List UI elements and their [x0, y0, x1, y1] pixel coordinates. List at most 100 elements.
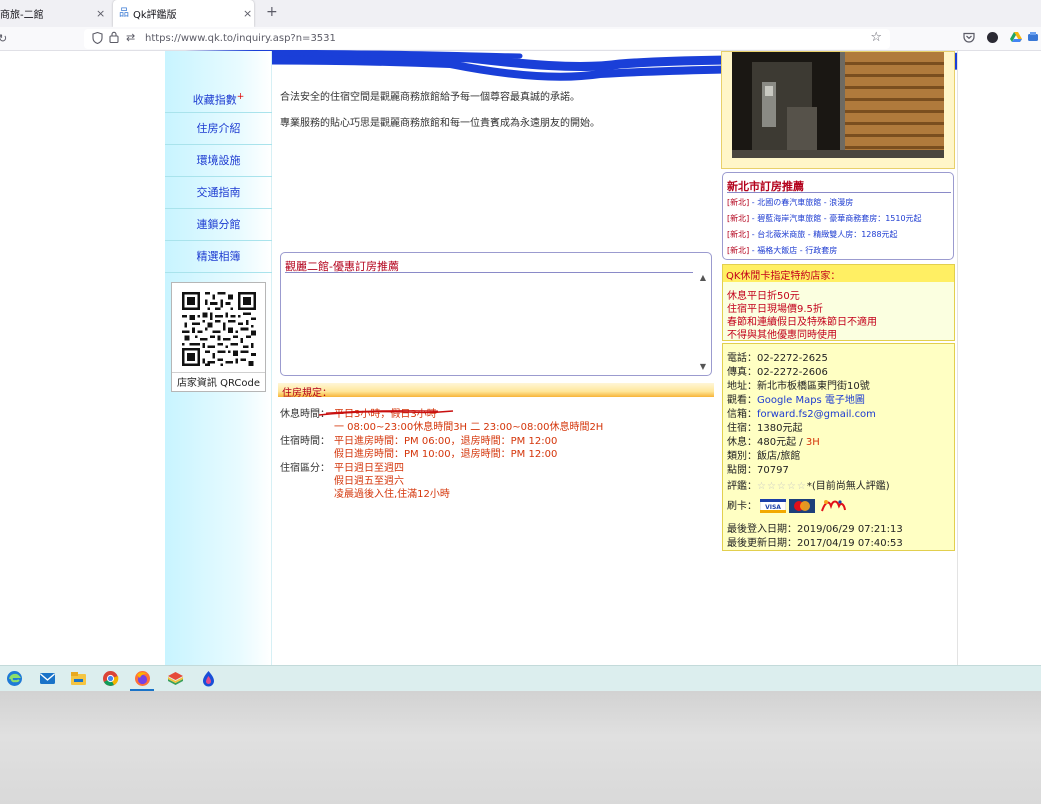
tab-title: Qk評鑑版 [133, 10, 177, 21]
tab-hotel[interactable]: 商旅-二館 × [0, 0, 114, 27]
rest-hours-value: 3H [805, 437, 820, 448]
region-tag: [新北] [727, 246, 750, 255]
info-label: 點閱： [727, 465, 757, 476]
card-offer: 不得與其他優惠同時使用 [727, 330, 837, 341]
extension-icon[interactable] [987, 32, 998, 43]
url-text[interactable]: https://www.qk.to/inquiry.asp?n=3531 [145, 33, 336, 44]
region-tag: [新北] [727, 230, 750, 239]
url-bar[interactable]: ⇄ https://www.qk.to/inquiry.asp?n=3531 ☆ [84, 29, 890, 49]
visa-card-text: VISA [765, 504, 781, 511]
region-hotel-link[interactable]: [新北] - 福格大飯店 - 行政套房 [727, 245, 837, 256]
shield-icon[interactable] [92, 31, 103, 47]
region-hotel-text: - 福格大飯店 - 行政套房 [749, 246, 838, 255]
stay-zone-overnight: 凌晨過後入住,住滿12小時 [334, 489, 450, 500]
intro-text: 專業服務的貼心巧思是觀麗商務旅館和每一位貴賓成為永遠朋友的開始。 [280, 118, 600, 129]
edge-browser-icon[interactable] [6, 670, 23, 687]
sidebar-item-branches[interactable]: 連鎖分館 [165, 209, 272, 241]
page-margin-right [957, 51, 1041, 665]
info-rating: 評鑑：☆☆☆☆☆*(目前尚無人評鑑) [727, 477, 890, 492]
stay-time-holiday: 假日進房時間：PM 10:00，退房時間：PM 12:00 [334, 449, 558, 460]
chrome-icon[interactable] [102, 670, 119, 687]
rating-stars-icon: ☆☆☆☆☆ [757, 481, 807, 492]
rest-time-detail: 一 08:00~23:00休息時間3H 二 23:00~08:00休息時間2H [334, 422, 604, 433]
region-tag: [新北] [727, 214, 750, 223]
info-map: 觀看：Google Maps 電子地圖 [727, 391, 865, 406]
hotel-info-panel: 電話：02-2272-2625 傳真：02-2272-2606 地址：新北市板橋… [722, 343, 955, 551]
qr-caption: 店家資訊 QRCode [172, 372, 265, 389]
navigation-bar: ↻ ⇄ https://www.qk.to/inquiry.asp?n=3531… [0, 27, 1041, 51]
info-label: 刷卡： [727, 501, 757, 512]
info-cards: 刷卡： VISA [727, 497, 847, 514]
info-rest-price: 休息：480元起 / 3H [727, 433, 820, 448]
sidebar-item-transport[interactable]: 交通指南 [165, 177, 272, 209]
google-drive-icon[interactable] [1010, 31, 1022, 43]
sidebar-item-favorites[interactable]: 收藏指數+ [165, 81, 272, 113]
qr-code-panel: 店家資訊 QRCode [171, 282, 266, 392]
taiwan-travel-card-icon [820, 500, 846, 512]
file-explorer-icon[interactable] [70, 670, 87, 687]
lock-icon[interactable] [109, 31, 119, 46]
mastercard-icon [789, 499, 816, 513]
rules-title: 住房規定： [282, 388, 332, 399]
sidebar-item-label: 收藏指數 [192, 93, 237, 107]
close-icon[interactable]: × [96, 7, 105, 20]
page-margin-left [0, 51, 165, 665]
region-hotel-text: - 台北薇米商旅 - 精緻雙人房：1288元起 [749, 230, 898, 239]
hotel-photo [721, 51, 955, 169]
bookmark-star-icon[interactable]: ☆ [870, 30, 882, 45]
sidebar-item-label: 住房介紹 [196, 122, 241, 135]
info-phone: 電話：02-2272-2625 [727, 349, 828, 364]
sidebar-item-label: 環境設施 [196, 154, 241, 167]
rest-time-label: 休息時間： [280, 409, 330, 420]
info-label: 評鑑： [727, 481, 757, 492]
scroll-up-icon[interactable]: ▲ [697, 273, 709, 282]
sidebar-item-rooms[interactable]: 住房介紹 [165, 113, 272, 145]
room-recommend-panel: 觀麗二館-優惠訂房推薦 ▲ ▼ [280, 252, 712, 376]
qr-code-icon [182, 292, 256, 366]
qk-card-panel: QK休閒卡指定特約店家： 休息平日折50元 住宿平日現場價9.5折 春節和連續假… [722, 264, 955, 341]
plus-icon: + [236, 92, 245, 102]
mail-icon[interactable] [39, 670, 56, 687]
close-icon[interactable]: × [243, 7, 252, 20]
region-hotel-text: - 北國の春汽車旅館 - 浪漫房 [749, 198, 854, 207]
tab-bar: 商旅-二館 × 品 Qk評鑑版 × + [0, 0, 1041, 27]
rules-header: 住房規定： [278, 383, 714, 399]
pocket-icon[interactable] [963, 32, 975, 46]
firefox-icon[interactable] [134, 670, 151, 687]
qk-favicon-icon: 品 [119, 8, 129, 19]
scroll-down-icon[interactable]: ▼ [697, 362, 709, 371]
info-email: 信箱：forward.fs2@gmail.com [727, 405, 876, 420]
extension-icon[interactable] [1027, 31, 1039, 43]
info-fax: 傳真：02-2272-2606 [727, 363, 828, 378]
info-category: 類別：飯店/旅館 [727, 447, 800, 462]
region-tag: [新北] [727, 198, 750, 207]
views-value: 70797 [757, 465, 789, 476]
region-hotel-link[interactable]: [新北] - 碧藍海岸汽車旅館 - 豪華商務套房：1510元起 [727, 213, 922, 224]
app-stack-icon[interactable] [167, 670, 184, 687]
region-hotel-link[interactable]: [新北] - 台北薇米商旅 - 精緻雙人房：1288元起 [727, 229, 898, 240]
sidebar-item-facilities[interactable]: 環境設施 [165, 145, 272, 177]
region-hotel-text: - 碧藍海岸汽車旅館 - 豪華商務套房：1510元起 [749, 214, 922, 223]
region-hotel-link[interactable]: [新北] - 北國の春汽車旅館 - 浪漫房 [727, 197, 853, 208]
info-address: 地址：新北市板橋區東門街10號 [727, 377, 870, 392]
sidebar-item-label: 交通指南 [196, 186, 241, 199]
stay-zone-label: 住宿區分： [280, 463, 330, 474]
region-recommend-panel: 新北市訂房推薦 [新北] - 北國の春汽車旅館 - 浪漫房 [新北] - 碧藍海… [722, 172, 954, 260]
taskbar [0, 665, 1041, 691]
divider [727, 192, 951, 193]
tab-qk-active[interactable]: 品 Qk評鑑版 × [113, 0, 254, 27]
new-tab-button[interactable]: + [266, 4, 278, 20]
sidebar-item-album[interactable]: 精選相簿 [165, 241, 272, 273]
last-update-date: 最後更新日期：2017/04/19 07:40:53 [727, 538, 903, 549]
permissions-icon[interactable]: ⇄ [126, 31, 135, 44]
firefox-nightly-icon[interactable] [200, 670, 217, 687]
panel-title: QK休閒卡指定特約店家： [723, 265, 954, 282]
rating-note: *(目前尚無人評鑑) [806, 481, 890, 492]
divider [285, 272, 693, 273]
intro-text: 合法安全的住宿空間是觀麗商務旅館給予每一個尊容最真誠的承諾。 [280, 92, 580, 103]
hotel-lobby-image [732, 52, 944, 158]
scrollbar[interactable]: ▲ ▼ [697, 273, 709, 371]
sidebar-item-label: 精選相簿 [196, 250, 241, 263]
info-stay-price: 住宿：1380元起 [727, 419, 802, 434]
reload-icon[interactable]: ↻ [0, 32, 7, 45]
